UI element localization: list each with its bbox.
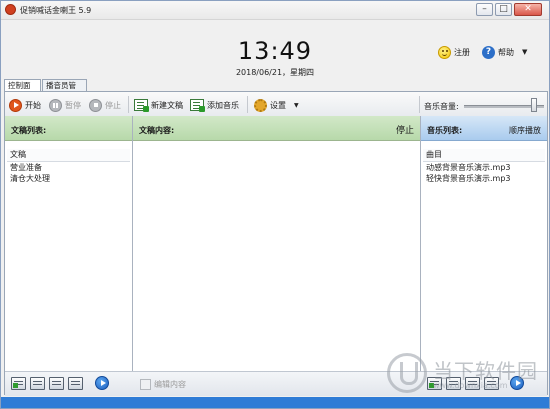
maximize-button[interactable]: □ [495, 3, 512, 16]
content-header: 文稿内容: 停止 [133, 116, 420, 141]
stop-label: 停止 [105, 100, 121, 110]
close-button[interactable]: ✕ [514, 3, 542, 16]
list-item[interactable]: 动感背景音乐演示.mp3 [423, 162, 545, 173]
toolbar-divider [128, 96, 129, 113]
settings-label: 设置 [270, 100, 286, 110]
minimize-button[interactable]: – [476, 3, 493, 16]
start-label: 开始 [25, 100, 41, 110]
text-list-column-header[interactable]: 文稿 [7, 149, 130, 162]
stop-button[interactable]: 停止 [89, 98, 121, 112]
stop-icon [89, 98, 102, 112]
move-up-icon[interactable] [49, 377, 64, 390]
text-list-title: 文稿列表: [11, 126, 47, 135]
start-button[interactable]: 开始 [9, 98, 41, 112]
delete-music-icon[interactable] [446, 377, 461, 390]
gear-icon [254, 98, 267, 112]
pause-label: 暂停 [65, 100, 81, 110]
clock-date: 2018/06/21，星期四 [235, 68, 315, 77]
bottom-toolbar: 编辑内容 [5, 371, 547, 396]
play-music-icon[interactable] [510, 376, 524, 390]
list-item[interactable]: 营业准备 [7, 162, 130, 173]
help-icon: ? [482, 45, 495, 59]
text-list: 营业准备 清仓大处理 [7, 162, 130, 184]
edit-content-button[interactable]: 编辑内容 [140, 379, 186, 390]
edit-text-icon[interactable] [30, 377, 45, 390]
settings-button[interactable]: 设置 ▼ [254, 98, 299, 112]
title-bar: 促销喊话金喇王 5.9 – □ ✕ [1, 1, 549, 20]
music-list: 动感背景音乐演示.mp3 轻快背景音乐演示.mp3 [423, 162, 545, 184]
smiley-icon [438, 45, 451, 59]
add-music-icon [190, 99, 205, 112]
move-down-icon[interactable] [68, 377, 83, 390]
pencil-icon [140, 379, 151, 390]
toolbar-divider [419, 96, 420, 113]
edit-content-label: 编辑内容 [154, 380, 186, 389]
chevron-down-icon: ▼ [294, 101, 299, 109]
app-logo-icon [5, 4, 16, 15]
register-label: 注册 [454, 47, 470, 57]
music-list-header: 音乐列表: 顺序播放 [421, 116, 547, 141]
chevron-down-icon[interactable]: ▼ [522, 48, 527, 56]
music-list-title: 音乐列表: [427, 126, 463, 135]
toolbar-divider [247, 96, 248, 113]
list-item[interactable]: 清仓大处理 [7, 173, 130, 184]
music-list-panel: 音乐列表: 顺序播放 曲目 动感背景音乐演示.mp3 轻快背景音乐演示.mp3 [421, 116, 547, 395]
content-panel: 文稿内容: 停止 [133, 116, 421, 395]
add-music-button[interactable]: 添加音乐 [190, 98, 239, 112]
add-music-icon[interactable] [427, 377, 442, 390]
text-list-panel: 文稿列表: 文稿 营业准备 清仓大处理 [5, 116, 133, 395]
new-document-icon [134, 99, 149, 112]
help-label: 帮助 [498, 47, 514, 57]
pause-icon [49, 98, 62, 112]
pause-button[interactable]: 暂停 [49, 98, 81, 112]
register-link[interactable]: 注册 [438, 45, 470, 59]
new-text-button[interactable]: 新建文稿 [134, 98, 183, 112]
new-text-label: 新建文稿 [151, 100, 183, 110]
add-text-icon[interactable] [11, 377, 26, 390]
status-bar [1, 397, 549, 408]
move-music-down-icon[interactable] [484, 377, 499, 390]
main-panel: 开始 暂停 停止 新建文稿 添加音乐 设置 ▼ 音乐音量: 文稿列表: 文稿 营… [4, 91, 548, 396]
text-list-header: 文稿列表: [5, 116, 132, 141]
volume-label: 音乐音量: [424, 102, 459, 111]
add-music-label: 添加音乐 [207, 100, 239, 110]
play-text-icon[interactable] [95, 376, 109, 390]
music-list-column-header[interactable]: 曲目 [423, 149, 545, 162]
window-title: 促销喊话金喇王 5.9 [20, 6, 92, 15]
list-item[interactable]: 轻快背景音乐演示.mp3 [423, 173, 545, 184]
app-window: 促销喊话金喇王 5.9 – □ ✕ 13:49 2018/06/21，星期四 注… [0, 0, 550, 409]
playback-status: 停止 [395, 126, 414, 136]
content-title: 文稿内容: [139, 126, 175, 135]
toolbar: 开始 暂停 停止 新建文稿 添加音乐 设置 ▼ 音乐音量: [5, 92, 547, 117]
help-link[interactable]: ? 帮助 ▼ [482, 45, 527, 59]
play-icon [9, 98, 22, 112]
volume-slider-thumb[interactable] [530, 98, 537, 112]
move-music-up-icon[interactable] [465, 377, 480, 390]
play-mode[interactable]: 顺序播放 [509, 125, 541, 136]
content-text-area[interactable] [135, 144, 418, 393]
